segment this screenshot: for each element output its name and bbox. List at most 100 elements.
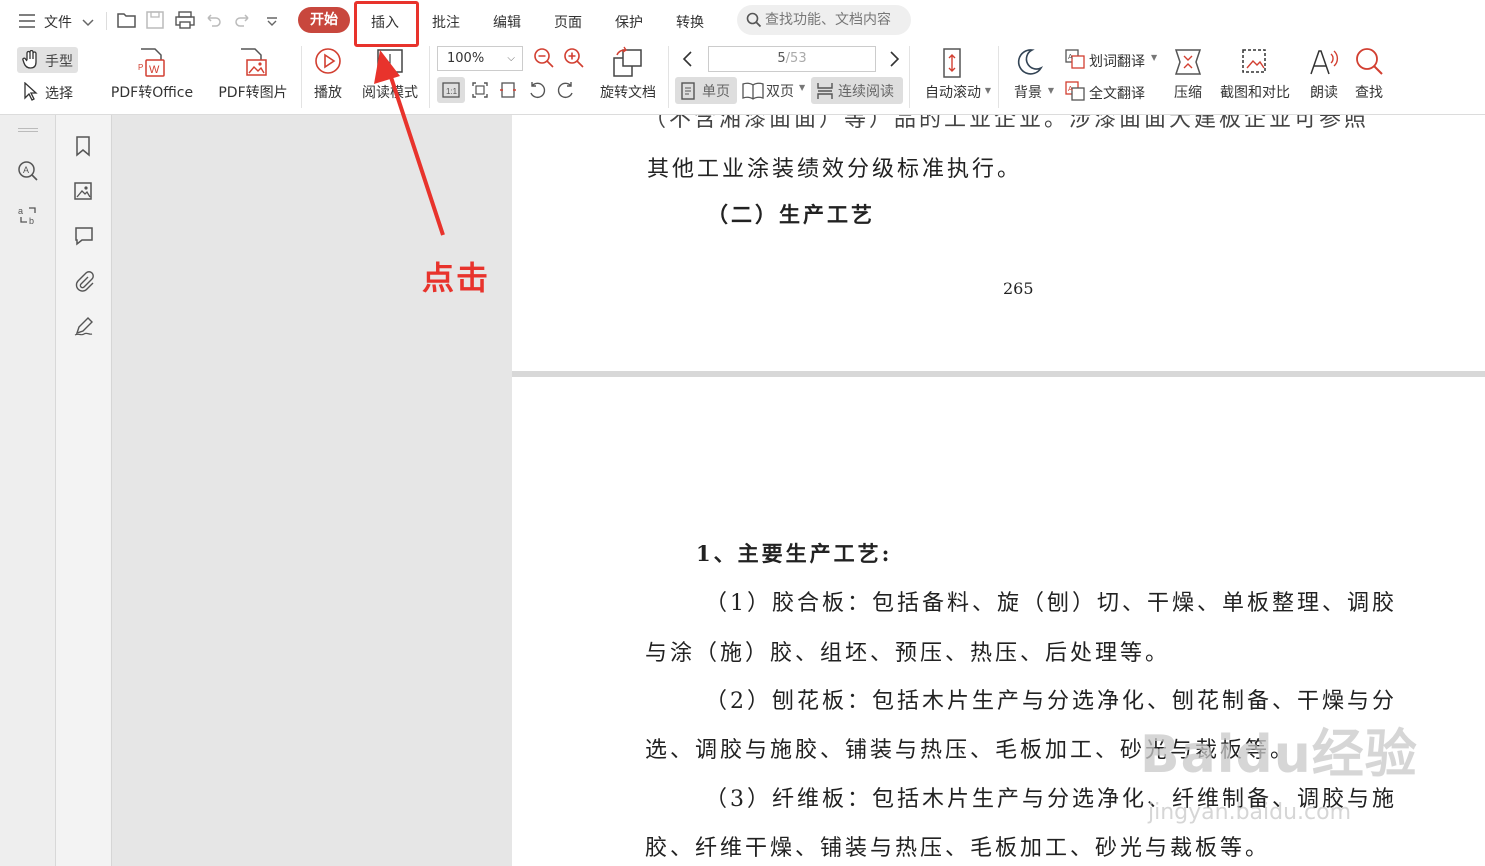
tab-convert[interactable]: 转换 (676, 12, 704, 32)
customize-dropdown-icon[interactable] (265, 13, 279, 32)
svg-text:W: W (149, 64, 160, 76)
auto-scroll-icon (943, 48, 961, 78)
tab-comment[interactable]: 批注 (432, 12, 460, 32)
rotate-right-icon[interactable] (557, 81, 575, 103)
pdf-to-image-icon (241, 48, 267, 76)
search-input[interactable]: 查找功能、文档内容 (737, 5, 911, 35)
bookmark-icon[interactable] (73, 135, 93, 161)
fit-width-icon[interactable] (499, 81, 517, 103)
zoom-value: 100% (447, 51, 485, 66)
select-tool-button[interactable]: 选择 (17, 79, 87, 105)
continuous-read-label: 连续阅读 (838, 84, 894, 100)
file-menu[interactable]: 文件 (44, 12, 72, 32)
rotate-document-icon (613, 46, 642, 77)
background-button[interactable]: 背景 ▼ (1004, 42, 1054, 112)
moon-icon (1017, 49, 1044, 75)
read-aloud-icon (1310, 50, 1339, 75)
signature-icon[interactable] (73, 315, 97, 341)
tab-start[interactable]: 开始 (298, 7, 350, 33)
pdf-to-office-icon: WP (138, 48, 165, 77)
page-number-input[interactable]: 5/53 (708, 46, 876, 72)
full-translate-icon: A (1065, 81, 1085, 101)
cursor-arrow-icon (24, 82, 38, 101)
search-placeholder: 查找功能、文档内容 (765, 12, 891, 28)
thumbnail-image-icon[interactable] (73, 180, 93, 206)
svg-text:A: A (23, 165, 29, 175)
zoom-out-icon[interactable] (533, 47, 555, 73)
play-button[interactable]: 播放 (307, 42, 349, 112)
tab-protect[interactable]: 保护 (615, 12, 643, 32)
previous-page-icon[interactable] (681, 50, 695, 72)
find-label: 查找 (1355, 85, 1383, 101)
menu-bar: 文件 开始 插入 批注 编辑 页面 保护 转换 查找功能、文档内容 (0, 0, 1485, 42)
undo-icon[interactable] (204, 11, 222, 33)
chevron-down-icon: ▼ (799, 83, 806, 92)
page-text-line: 与涂（施）胶、组坯、预压、热压、后处理等。 (645, 641, 1171, 666)
pdf-to-office-label: PDF转Office (110, 85, 194, 101)
select-tool-label: 选择 (45, 86, 73, 102)
read-aloud-button[interactable]: 朗读 (1303, 42, 1345, 112)
page-text-line: （1）胶合板：包括备料、旋（刨）切、干燥、单板整理、调胶 (705, 591, 1397, 616)
fit-page-icon[interactable] (471, 81, 489, 103)
next-page-icon[interactable] (887, 50, 901, 72)
section-heading: 1、主要生产工艺: (696, 541, 893, 566)
annotation-label: 点击 (422, 259, 491, 297)
auto-scroll-button[interactable]: 自动滚动 ▼ (915, 42, 991, 112)
replace-icon[interactable]: ab (17, 204, 39, 230)
attachment-icon[interactable] (73, 270, 95, 296)
page-text-line: （不含湘漆面面）等）品的工业企业。涉漆面面大建板企业可参照 (644, 115, 1370, 132)
hand-tool-button[interactable]: 手型 (17, 47, 78, 73)
continuous-read-button[interactable]: 连续阅读 (811, 77, 903, 104)
play-label: 播放 (314, 85, 342, 101)
search-text-icon[interactable]: A (17, 160, 39, 186)
continuous-read-icon (817, 83, 833, 99)
comment-icon[interactable] (73, 225, 95, 251)
screenshot-compare-label: 截图和对比 (1220, 85, 1290, 101)
save-icon[interactable] (145, 10, 165, 34)
svg-text:A: A (1068, 86, 1073, 93)
svg-text:P: P (138, 63, 143, 72)
divider (909, 46, 910, 108)
background-label: 背景 (1014, 85, 1042, 101)
hamburger-icon[interactable] (18, 13, 36, 32)
double-page-icon (742, 82, 764, 100)
pdf-to-image-button[interactable]: PDF转图片 (213, 42, 293, 112)
compress-icon (1174, 49, 1202, 75)
tab-edit[interactable]: 编辑 (493, 12, 521, 32)
open-folder-icon[interactable] (116, 10, 138, 34)
double-page-label: 双页 (766, 84, 794, 100)
pdf-reader-window: 文件 开始 插入 批注 编辑 页面 保护 转换 查找功能、文档内容 手型 选择 … (0, 0, 1485, 866)
drag-handle[interactable] (18, 128, 38, 132)
search-icon (746, 12, 762, 28)
single-page-icon (681, 82, 695, 100)
zoom-in-icon[interactable] (563, 47, 585, 73)
find-button[interactable]: 查找 (1350, 42, 1388, 112)
divider (668, 46, 669, 108)
hand-tool-label: 手型 (45, 54, 73, 70)
watermark-brand: Baidu经验 (1140, 725, 1418, 785)
page-number: 265 (1003, 279, 1034, 298)
chevron-down-icon: ⌵ (507, 53, 515, 64)
left-tool-strip: A ab (0, 115, 56, 866)
word-translate-button[interactable]: A 划词翻译 ▼ (1063, 47, 1163, 73)
chevron-down-icon: ▼ (984, 86, 991, 95)
svg-text:A: A (1068, 54, 1073, 61)
highlight-box (354, 1, 419, 47)
tab-page[interactable]: 页面 (554, 12, 582, 32)
screenshot-compare-button[interactable]: 截图和对比 (1214, 42, 1296, 112)
pdf-page: 1、主要生产工艺: （1）胶合板：包括备料、旋（刨）切、干燥、单板整理、调胶 与… (512, 377, 1485, 866)
rotate-left-icon[interactable] (528, 81, 546, 103)
chevron-down-icon[interactable] (81, 13, 95, 32)
pdf-to-image-label: PDF转图片 (218, 85, 288, 101)
svg-text:a: a (18, 206, 23, 216)
pdf-to-office-button[interactable]: WP PDF转Office (102, 42, 202, 112)
single-page-button[interactable]: 单页 (675, 77, 737, 104)
full-translate-button[interactable]: A 全文翻译 (1063, 79, 1163, 105)
rotate-document-button[interactable]: 旋转文档 (595, 42, 661, 112)
redo-icon[interactable] (234, 11, 252, 33)
read-aloud-label: 朗读 (1310, 85, 1338, 101)
print-icon[interactable] (174, 10, 196, 34)
divider (998, 46, 999, 108)
double-page-button[interactable]: 双页 ▼ (740, 77, 810, 104)
compress-button[interactable]: 压缩 (1166, 42, 1210, 112)
